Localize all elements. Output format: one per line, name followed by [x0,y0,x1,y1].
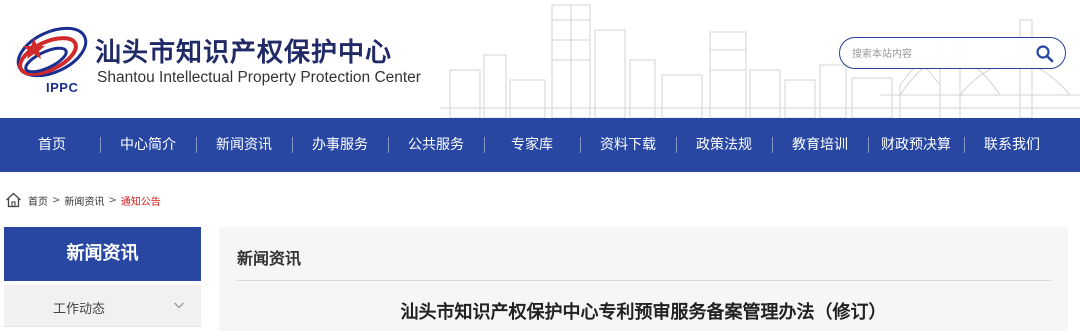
divider [237,280,1051,281]
nav-item-training[interactable]: 教育培训 [772,118,868,172]
sidebar-item-work-updates[interactable]: 工作动态 [4,285,201,327]
site-subtitle: Shantou Intellectual Property Protection… [97,69,421,86]
breadcrumb: 首页 > 新闻资讯 > 通知公告 [5,190,161,210]
main-nav: 首页 中心简介 新闻资讯 办事服务 公共服务 专家库 资料下载 政策法规 教育培… [0,118,1080,172]
site-header: IPPC 汕头市知识产权保护中心 Shantou Intellectual Pr… [0,0,1080,118]
site-title: 汕头市知识产权保护中心 [95,38,393,68]
breadcrumb-separator: > [52,194,61,206]
logo-text: IPPC [46,80,79,95]
chevron-down-icon [174,302,184,309]
nav-item-home[interactable]: 首页 [4,118,100,172]
breadcrumb-home[interactable]: 首页 [28,193,48,208]
breadcrumb-separator: > [108,194,117,206]
breadcrumb-current[interactable]: 通知公告 [121,193,161,208]
sidebar-item-label: 工作动态 [53,302,106,317]
nav-item-about[interactable]: 中心简介 [100,118,196,172]
home-icon[interactable] [5,192,22,208]
main-content: 新闻资讯 汕头市知识产权保护中心专利预审服务备案管理办法（修订） [219,227,1068,331]
nav-item-policies[interactable]: 政策法规 [676,118,772,172]
nav-item-public-services[interactable]: 公共服务 [388,118,484,172]
sidebar-heading: 新闻资讯 [4,227,201,281]
nav-item-services[interactable]: 办事服务 [292,118,388,172]
article-title: 汕头市知识产权保护中心专利预审服务备案管理办法（修订） [400,302,887,323]
search-box [839,37,1066,69]
search-icon[interactable] [1035,44,1055,64]
nav-item-budget[interactable]: 财政预决算 [868,118,964,172]
nav-item-downloads[interactable]: 资料下载 [580,118,676,172]
nav-item-contact[interactable]: 联系我们 [964,118,1060,172]
nav-item-experts[interactable]: 专家库 [484,118,580,172]
nav-item-news[interactable]: 新闻资讯 [196,118,292,172]
section-title: 新闻资讯 [237,249,302,268]
search-input[interactable] [852,44,1022,64]
breadcrumb-news[interactable]: 新闻资讯 [64,193,104,208]
